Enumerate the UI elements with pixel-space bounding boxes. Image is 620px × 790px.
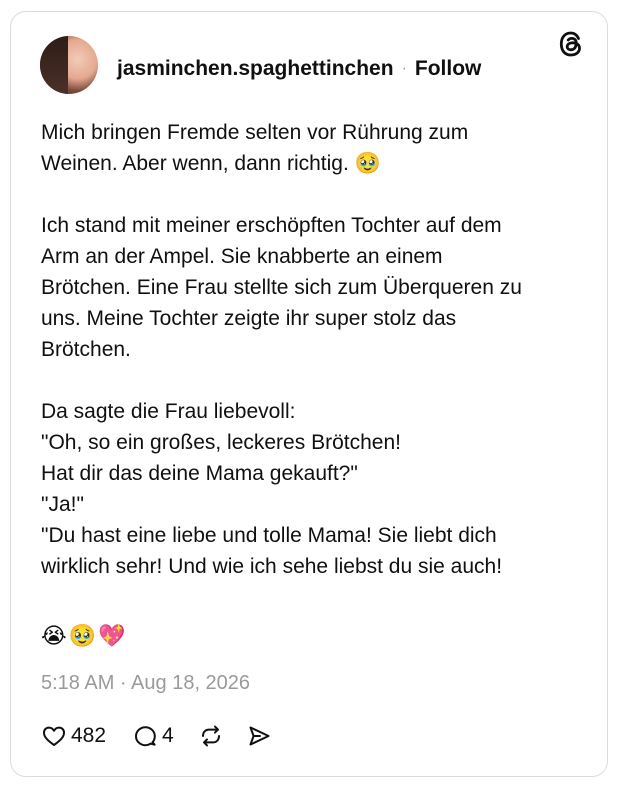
text-line: Arm an der Ampel. Sie knabberte an einem <box>41 245 443 268</box>
separator-dot: · <box>401 60 407 77</box>
heart-icon <box>43 726 65 746</box>
text-line: wirklich sehr! Und wie ich sehe liebst d… <box>41 555 503 578</box>
text-line: Ich stand mit meiner erschöpften Tochter… <box>41 214 502 237</box>
paragraph-1: Mich bringen Fremde selten vor Rührung z… <box>41 117 581 179</box>
repost-icon <box>201 725 220 747</box>
text-line: Weinen. Aber wenn, dann richtig. 🥹 <box>41 152 381 175</box>
follow-button[interactable]: Follow <box>415 57 482 81</box>
paragraph-break <box>41 179 581 210</box>
text-line: Hat dir das deine Mama gekauft?" <box>41 462 358 485</box>
paragraph-2: Ich stand mit meiner erschöpften Tochter… <box>41 210 581 365</box>
post-body: Mich bringen Fremde selten vor Rührung z… <box>41 117 581 582</box>
reply-button[interactable]: 4 <box>132 723 174 749</box>
comment-icon <box>135 726 156 747</box>
text-line: uns. Meine Tochter zeigte ihr super stol… <box>41 307 457 330</box>
teary-emoji: 🥹 <box>68 623 97 648</box>
text-line: Da sagte die Frau liebevoll: <box>41 400 296 423</box>
crying-emoji: 😭 <box>41 623 67 648</box>
paragraph-3: Da sagte die Frau liebevoll: "Oh, so ein… <box>41 396 581 582</box>
post-header: jasminchen.spaghettinchen · Follow <box>117 54 481 84</box>
repost-button[interactable] <box>198 723 224 749</box>
sparkling-heart-emoji: 💖 <box>98 623 126 648</box>
text-line: "Oh, so ein großes, leckeres Brötchen! <box>41 431 401 454</box>
text-line: Brötchen. Eine Frau stellte sich zum Übe… <box>41 276 522 299</box>
send-icon <box>249 726 270 746</box>
text-line: "Du hast eine liebe und tolle Mama! Sie … <box>41 524 497 547</box>
text-line: Brötchen. <box>41 338 131 361</box>
action-bar: 482 4 <box>41 720 272 752</box>
threads-logo-icon[interactable] <box>557 29 585 59</box>
text-line: "Ja!" <box>41 493 84 516</box>
reply-count: 4 <box>162 724 174 747</box>
like-count: 482 <box>71 724 107 747</box>
emoji-row: 😭 🥹 💖 <box>41 620 126 652</box>
like-button[interactable]: 482 <box>41 723 106 749</box>
post-timestamp[interactable]: 5:18 AM · Aug 18, 2026 <box>41 672 250 695</box>
username-link[interactable]: jasminchen.spaghettinchen <box>117 57 394 81</box>
paragraph-break <box>41 365 581 396</box>
share-button[interactable] <box>246 723 272 749</box>
text-line: Mich bringen Fremde selten vor Rührung z… <box>41 121 469 144</box>
avatar[interactable] <box>40 36 98 94</box>
